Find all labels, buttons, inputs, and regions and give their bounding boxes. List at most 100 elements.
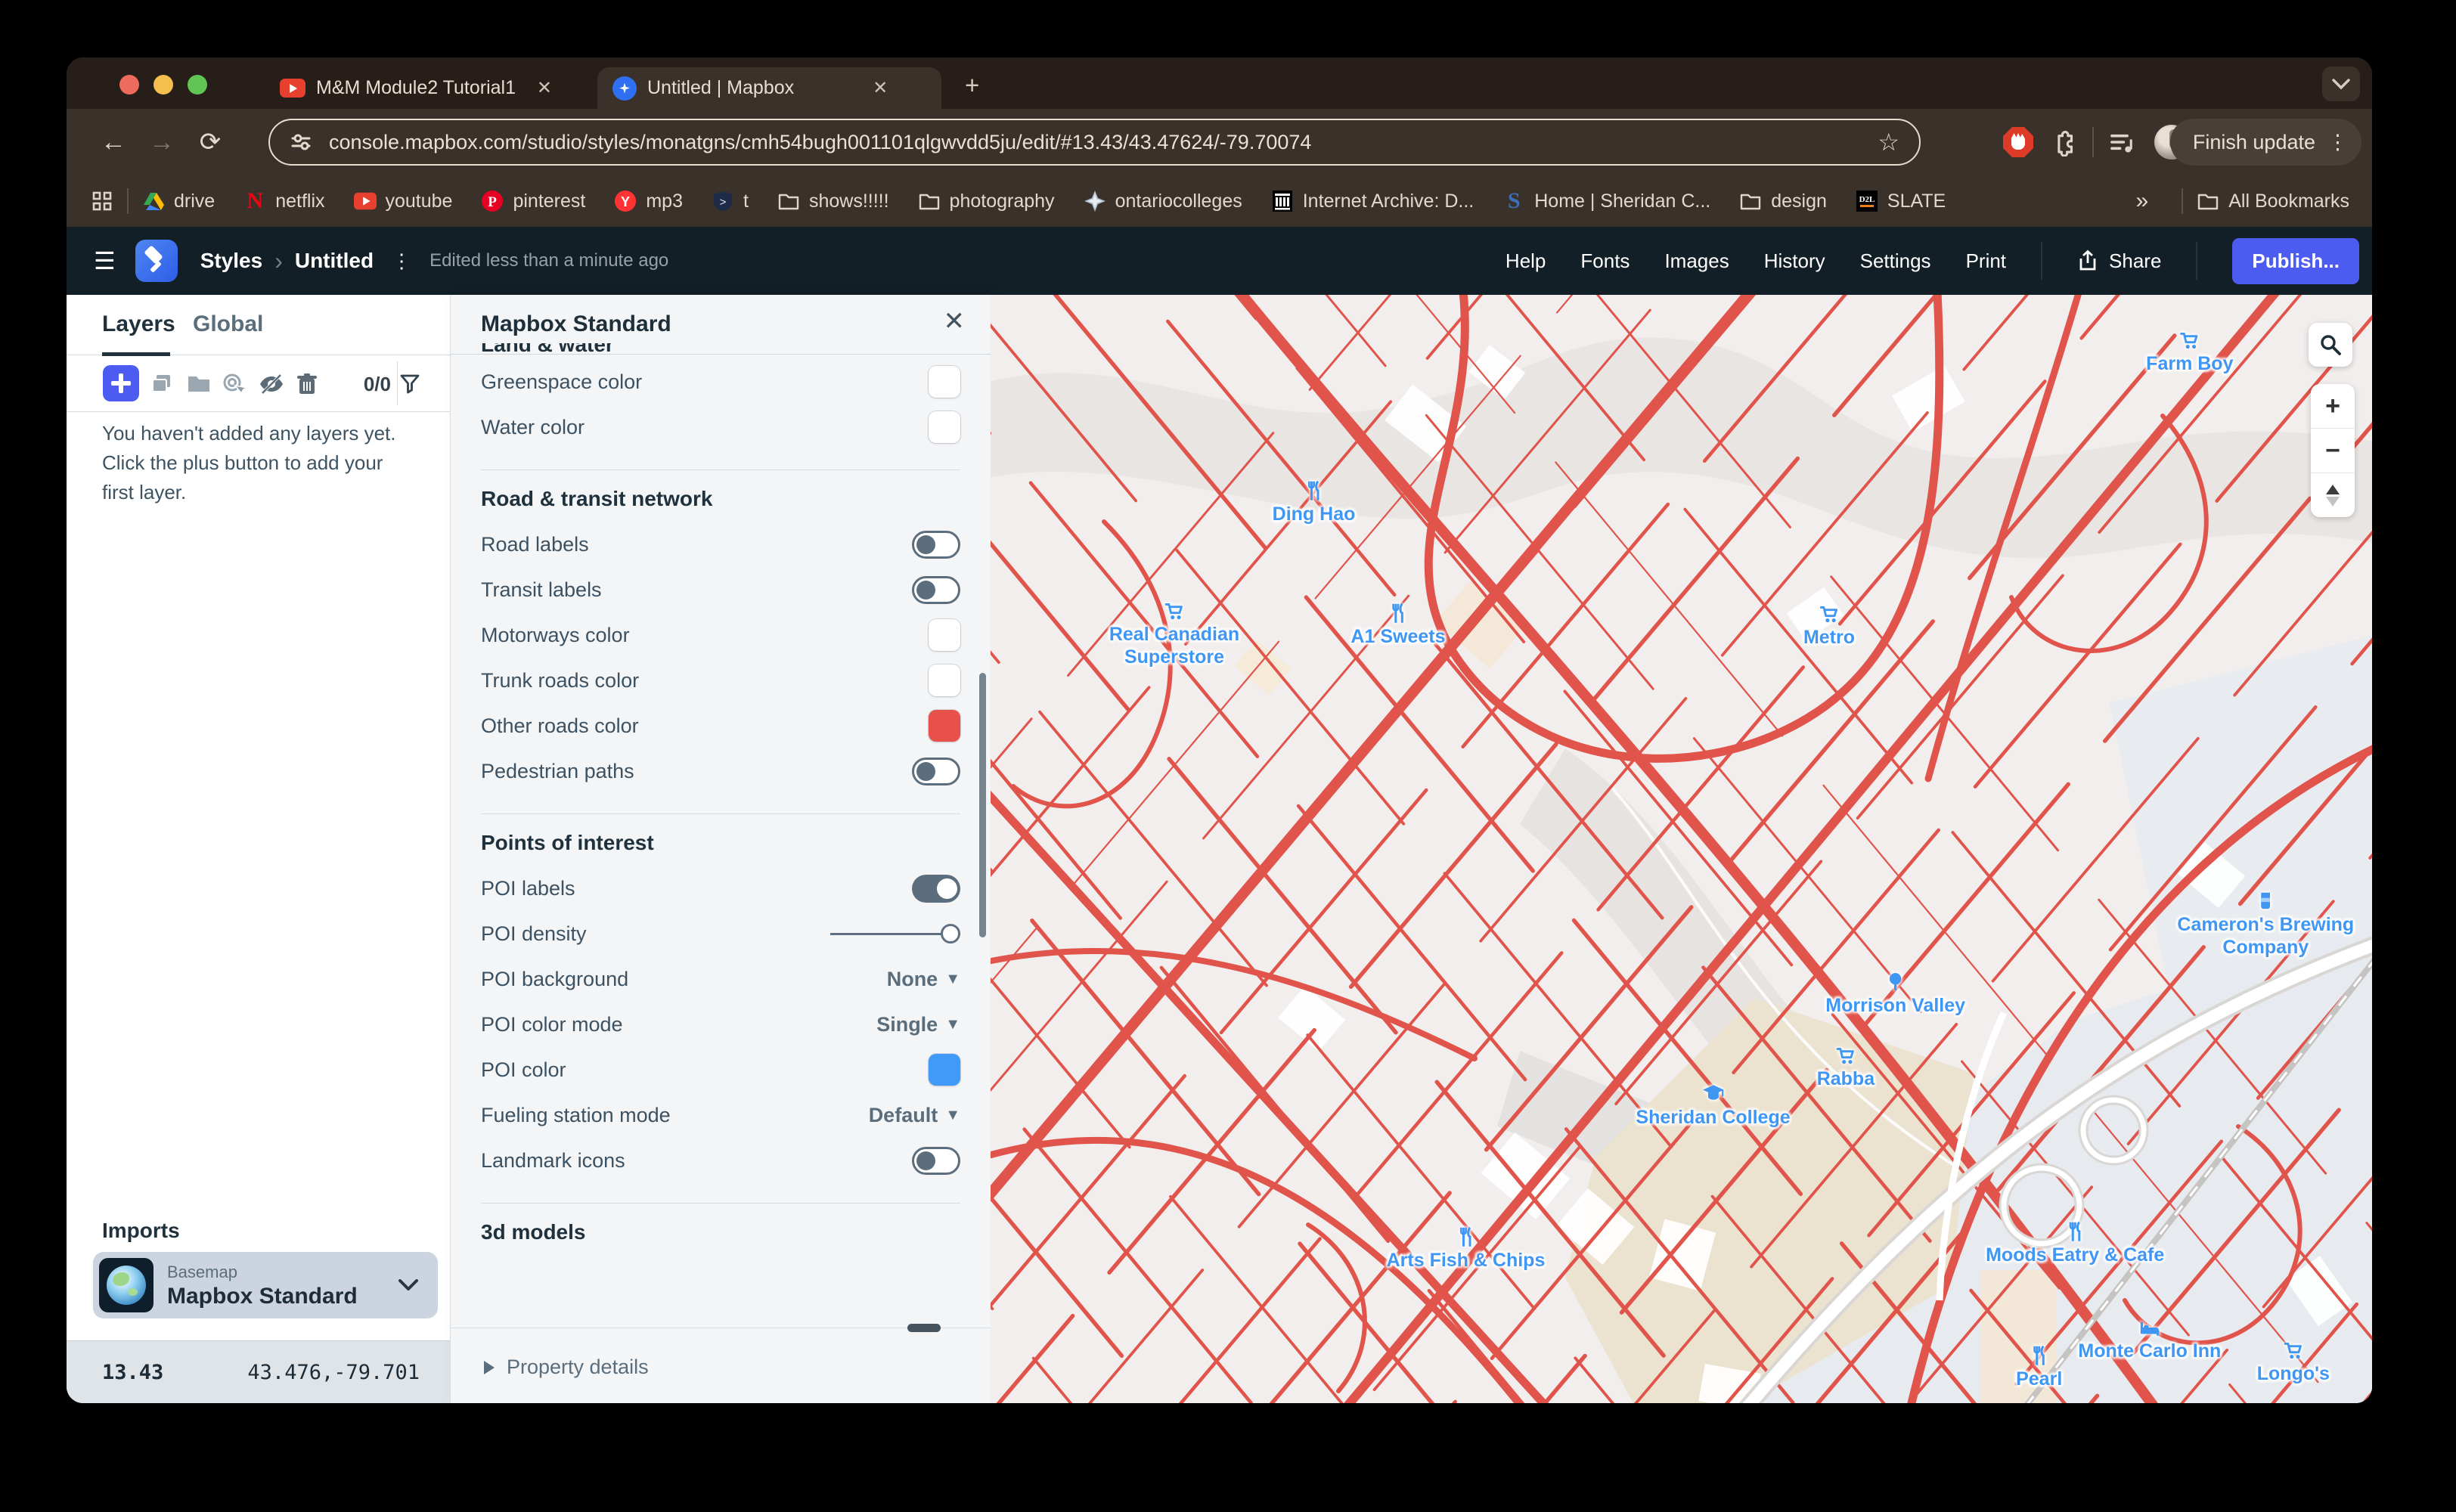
color-swatch[interactable] (929, 411, 960, 443)
maximize-window-button[interactable] (188, 75, 207, 94)
poi-farm-boy[interactable]: Farm Boy (2146, 328, 2233, 375)
close-window-button[interactable] (119, 75, 139, 94)
color-swatch[interactable] (929, 366, 960, 398)
poi-rabba[interactable]: Rabba (1817, 1043, 1875, 1090)
bookmark-slate[interactable]: D2LSLATE (1856, 190, 1946, 212)
bookmark-star-icon[interactable]: ☆ (1878, 128, 1899, 156)
poi-morrison-valley[interactable]: Morrison Valley (1825, 970, 1965, 1017)
bookmark-internet-archive-d-[interactable]: Internet Archive: D... (1271, 190, 1475, 212)
toggle-off[interactable] (912, 758, 960, 785)
tab-close-icon[interactable]: ✕ (537, 77, 552, 99)
adblock-extension-icon[interactable] (2003, 127, 2033, 157)
group-folder-icon[interactable] (185, 370, 212, 398)
publish-button[interactable]: Publish... (2232, 238, 2359, 284)
site-settings-icon[interactable] (290, 131, 312, 153)
studio-nav-images[interactable]: Images (1664, 249, 1729, 273)
playlist-extension-icon[interactable] (2107, 128, 2136, 156)
density-slider[interactable] (830, 922, 960, 945)
tab-close-icon[interactable]: ✕ (873, 77, 888, 99)
tab-global[interactable]: Global (193, 311, 263, 337)
toggle-off[interactable] (912, 1147, 960, 1175)
poi-sheridan-college[interactable]: Sheridan College (1636, 1082, 1790, 1129)
poi-moods-eatry-cafe[interactable]: Moods Eatry & Cafe (1986, 1219, 2164, 1266)
dropdown[interactable]: Single▼ (876, 1013, 960, 1036)
all-bookmarks-button[interactable]: All Bookmarks (2197, 190, 2349, 212)
slider-knob[interactable] (941, 924, 960, 943)
map-search-button[interactable] (2309, 323, 2352, 367)
poi-cameron-s-brewing-company[interactable]: Cameron's Brewing Company (2177, 889, 2354, 959)
share-button[interactable]: Share (2077, 249, 2161, 273)
bookmark-mp3[interactable]: Ymp3 (614, 190, 683, 212)
close-panel-icon[interactable]: ✕ (944, 310, 966, 333)
poi-monte-carlo-inn[interactable]: Monte Carlo Inn (2078, 1315, 2221, 1362)
dropdown[interactable]: None▼ (887, 968, 960, 991)
address-bar[interactable]: console.mapbox.com/studio/styles/monatgn… (268, 119, 1921, 166)
bookmark-pinterest[interactable]: Ppinterest (481, 190, 585, 212)
duplicate-layer-icon[interactable] (148, 370, 175, 398)
bookmark-youtube[interactable]: youtube (354, 190, 453, 212)
property-details-row[interactable]: Property details (451, 1328, 991, 1403)
bookmark-ontariocolleges[interactable]: ontariocolleges (1084, 190, 1242, 212)
extensions-puzzle-icon[interactable] (2050, 128, 2079, 156)
toggle-off[interactable] (912, 576, 960, 604)
color-swatch[interactable] (929, 710, 960, 742)
menu-hamburger-icon[interactable]: ☰ (94, 246, 116, 275)
select-target-icon[interactable] (220, 370, 247, 398)
finish-update-button[interactable]: Finish update ⋮ (2170, 119, 2361, 166)
bookmark-label: youtube (386, 191, 453, 212)
tab-youtube[interactable]: M&M Module2 Tutorial1 - You ✕ (265, 67, 567, 109)
add-layer-button[interactable] (103, 365, 139, 401)
poi-metro[interactable]: Metro (1803, 602, 1855, 649)
chevron-down-icon[interactable] (398, 1279, 418, 1291)
breadcrumb-style-name[interactable]: Untitled (295, 249, 374, 273)
poi-a1-sweets[interactable]: A1 Sweets (1350, 601, 1445, 648)
poi-ding-hao[interactable]: Ding Hao (1273, 479, 1356, 525)
color-swatch[interactable] (929, 1054, 960, 1086)
studio-nav-history[interactable]: History (1764, 249, 1825, 273)
url-text[interactable]: console.mapbox.com/studio/styles/monatgn… (329, 131, 1861, 154)
bookmark-netflix[interactable]: Nnetflix (243, 190, 324, 212)
zoom-out-button[interactable]: − (2311, 428, 2355, 472)
reload-button[interactable]: ⟳ (186, 127, 234, 157)
filter-funnel-icon[interactable] (398, 372, 421, 395)
bookmark-t[interactable]: >t (712, 190, 749, 212)
basemap-import-card[interactable]: Basemap Mapbox Standard (93, 1252, 438, 1318)
bookmark-drive[interactable]: drive (142, 190, 215, 212)
map-canvas[interactable]: Farm Boy Ding Hao Real Canadian Superstore… (991, 295, 2372, 1403)
back-button[interactable]: ← (89, 128, 138, 157)
poi-pearl[interactable]: Pearl (2016, 1343, 2062, 1390)
bookmarks-overflow-button[interactable]: » (2136, 188, 2149, 214)
toggle-off[interactable] (912, 531, 960, 559)
poi-real-canadian-superstore[interactable]: Real Canadian Superstore (1109, 599, 1239, 668)
tab-layers[interactable]: Layers (102, 311, 175, 337)
studio-nav-help[interactable]: Help (1506, 249, 1546, 273)
style-options-kebab-icon[interactable]: ⋮ (392, 256, 411, 267)
dropdown[interactable]: Default▼ (869, 1104, 960, 1127)
studio-nav-print[interactable]: Print (1966, 249, 2006, 273)
apps-grid-icon[interactable] (91, 190, 113, 212)
browser-menu-icon[interactable]: ⋮ (2327, 135, 2348, 150)
studio-nav-fonts[interactable]: Fonts (1580, 249, 1630, 273)
hide-layer-eye-off-icon[interactable] (257, 370, 286, 398)
minimize-window-button[interactable] (154, 75, 173, 94)
poi-longo-s[interactable]: Longo's (2257, 1338, 2330, 1385)
panel-scrollbar[interactable] (979, 673, 986, 937)
bookmark-shows-[interactable]: shows!!!!! (777, 190, 889, 212)
bookmark-photography[interactable]: photography (918, 190, 1055, 212)
pitch-toggle-button[interactable] (2311, 472, 2355, 517)
delete-layer-trash-icon[interactable] (293, 370, 321, 398)
new-tab-button[interactable]: + (965, 71, 979, 100)
setting-label: Water color (481, 416, 585, 439)
tab-search-button[interactable] (2322, 67, 2360, 101)
breadcrumb-styles[interactable]: Styles (200, 249, 263, 273)
zoom-in-button[interactable]: + (2311, 384, 2355, 428)
poi-arts-fish-chips[interactable]: Arts Fish & Chips (1387, 1225, 1546, 1272)
bookmark-home-sheridan-c-[interactable]: SHome | Sheridan C... (1502, 190, 1710, 212)
forward-button[interactable]: → (138, 128, 186, 157)
color-swatch[interactable] (929, 619, 960, 651)
toggle-on[interactable] (912, 875, 960, 903)
bookmark-design[interactable]: design (1739, 190, 1827, 212)
tab-mapbox[interactable]: Untitled | Mapbox ✕ (597, 67, 941, 109)
studio-nav-settings[interactable]: Settings (1860, 249, 1931, 273)
color-swatch[interactable] (929, 665, 960, 696)
